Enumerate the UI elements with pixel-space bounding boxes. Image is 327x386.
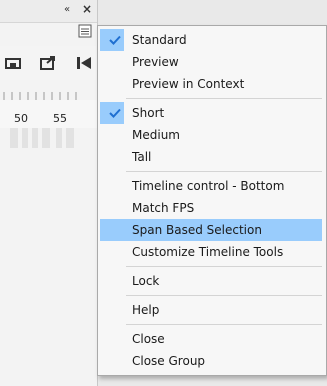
ruler-label: 50	[14, 112, 28, 125]
menu-item-label: Close	[132, 332, 165, 346]
menu-item-short[interactable]: Short	[100, 102, 322, 124]
menu-item-label: Span Based Selection	[132, 223, 262, 237]
collapse-panel-icon[interactable]: «	[64, 4, 70, 15]
menu-item-span-based-selection[interactable]: Span Based Selection	[100, 219, 322, 241]
menu-item-label: Close Group	[132, 354, 206, 368]
menu-item-tall[interactable]: Tall	[100, 146, 322, 168]
panel-options-icon[interactable]	[78, 23, 92, 38]
menu-item-help[interactable]: Help	[100, 299, 322, 321]
export-icon[interactable]	[38, 53, 58, 73]
menu-item-preview-in-context[interactable]: Preview in Context	[100, 73, 322, 95]
menu-separator	[126, 295, 322, 296]
frame-ruler[interactable]: 50 55	[0, 100, 97, 128]
ruler-label: 55	[53, 112, 67, 125]
menu-item-timeline-control-bottom[interactable]: Timeline control - Bottom	[100, 175, 322, 197]
ruler-ticks	[3, 92, 77, 100]
menu-item-label: Lock	[132, 274, 160, 288]
menu-item-label: Help	[132, 303, 160, 317]
menu-item-label: Standard	[132, 33, 187, 47]
menu-item-customize-timeline-tools[interactable]: Customize Timeline Tools	[100, 241, 322, 263]
menu-item-label: Short	[132, 106, 165, 120]
step-back-icon[interactable]	[74, 53, 94, 73]
menu-item-label: Medium	[132, 128, 180, 142]
menu-item-match-fps[interactable]: Match FPS	[100, 197, 322, 219]
close-icon[interactable]: ×	[82, 2, 92, 16]
frame-icon[interactable]	[4, 53, 24, 73]
menu-separator	[126, 324, 322, 325]
menu-separator	[126, 266, 322, 267]
menu-item-label: Tall	[132, 150, 152, 164]
menu-item-medium[interactable]: Medium	[100, 124, 322, 146]
menu-item-label: Customize Timeline Tools	[132, 245, 284, 259]
menu-item-label: Preview in Context	[132, 77, 245, 91]
check-icon	[109, 108, 121, 118]
menu-item-label: Preview	[132, 55, 179, 69]
menu-item-label: Match FPS	[132, 201, 195, 215]
panel-options-menu: Standard Preview Preview in Context Shor…	[97, 25, 327, 376]
timeline-panel: « × 50 55	[0, 0, 98, 386]
menu-item-standard[interactable]: Standard	[100, 29, 322, 51]
menu-item-close[interactable]: Close	[100, 328, 322, 350]
check-icon	[109, 35, 121, 45]
menu-item-lock[interactable]: Lock	[100, 270, 322, 292]
menu-separator	[126, 171, 322, 172]
menu-item-close-group[interactable]: Close Group	[100, 350, 322, 372]
panel-title-bar: « ×	[0, 0, 97, 23]
layer-track[interactable]	[0, 128, 97, 148]
menu-item-preview[interactable]: Preview	[100, 51, 322, 73]
menu-item-label: Timeline control - Bottom	[132, 179, 285, 193]
menu-separator	[126, 98, 322, 99]
timeline-toolbar	[0, 46, 97, 80]
